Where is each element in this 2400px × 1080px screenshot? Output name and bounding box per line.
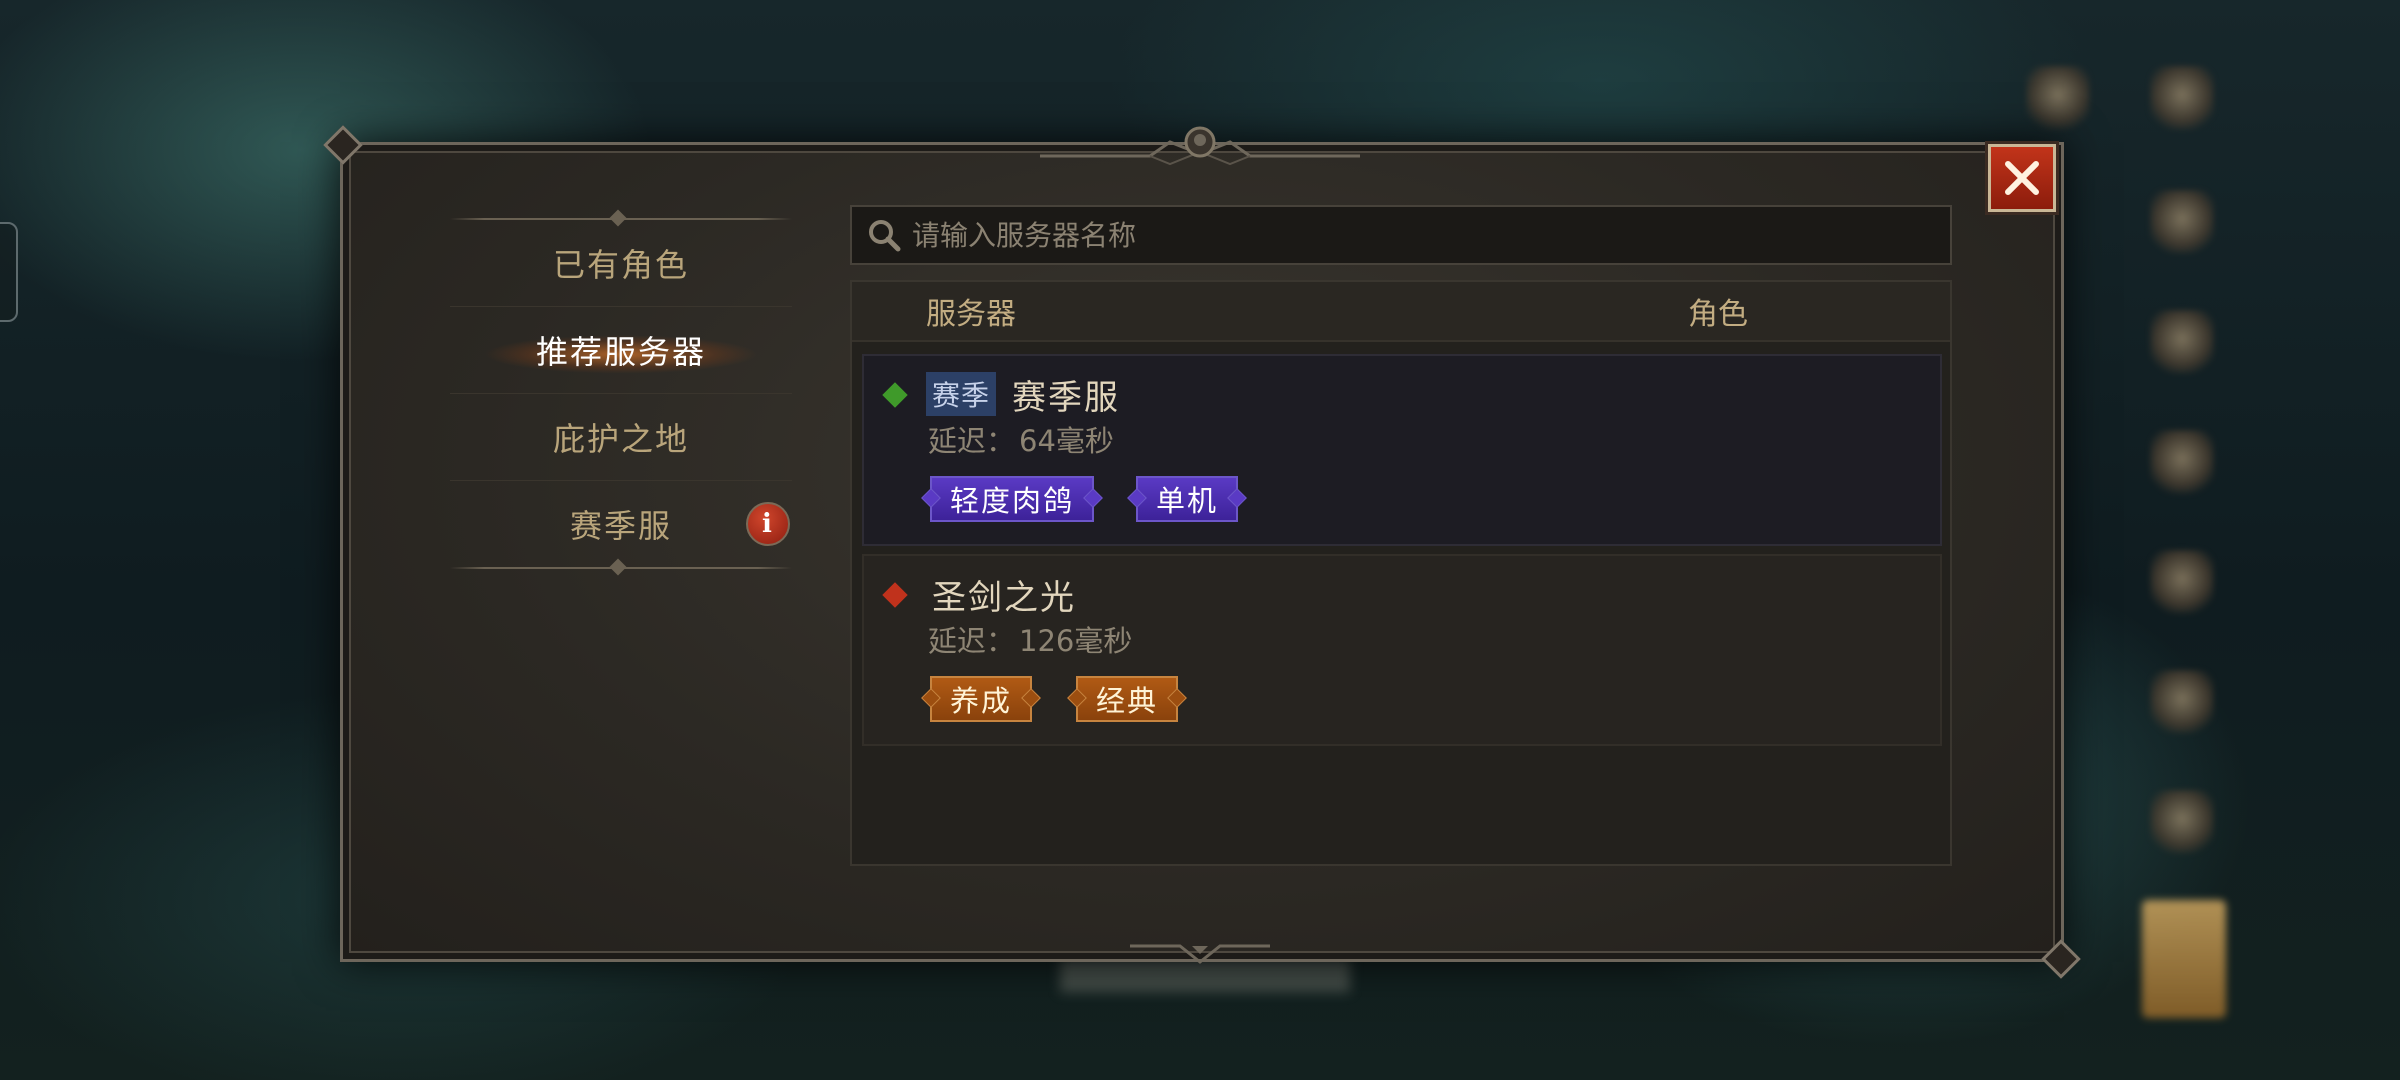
close-icon [2005, 161, 2039, 195]
server-list-header: 服务器 角色 [852, 282, 1950, 342]
nav-item-season-server[interactable]: 赛季服 i [450, 480, 792, 567]
server-search-input[interactable] [906, 217, 1950, 253]
side-menu-icon [2026, 66, 2090, 130]
server-tag: 经典 [1076, 676, 1179, 722]
latency-text: 延迟： 126毫秒 [928, 618, 1132, 660]
left-edge-handle[interactable] [0, 222, 18, 322]
nav-item-sanctuary[interactable]: 庇护之地 [450, 393, 792, 480]
latency-label: 延迟： [928, 424, 1016, 458]
side-menu-icon [2150, 190, 2214, 254]
close-button[interactable] [1988, 144, 2056, 212]
nav-item-label: 庇护之地 [552, 420, 689, 458]
server-tags: 养成 经典 [930, 676, 1179, 722]
side-menu-icon [2150, 66, 2214, 130]
nav-item-label: 推荐服务器 [535, 333, 706, 371]
server-name: 赛季服 [1012, 378, 1120, 418]
latency-value: 126毫秒 [1019, 624, 1133, 658]
server-search-bar [850, 205, 1952, 265]
side-menu-icon [2150, 670, 2214, 734]
server-category-nav: 已有角色 推荐服务器 庇护之地 赛季服 i [450, 209, 792, 576]
status-diamond-icon [882, 382, 908, 408]
latency-text: 延迟： 64毫秒 [928, 418, 1114, 460]
nav-item-existing-characters[interactable]: 已有角色 [450, 220, 792, 306]
side-card-image [2142, 900, 2226, 1018]
column-header-server: 服务器 [926, 297, 1016, 332]
server-name: 圣剑之光 [932, 578, 1076, 618]
column-header-role: 角色 [1688, 297, 1748, 332]
status-diamond-icon [882, 582, 908, 608]
server-list: 服务器 角色 赛季 赛季服 延迟： 64毫秒 轻度肉鸽 单机 圣剑之光 延迟： 12… [850, 280, 1952, 866]
search-icon [862, 213, 906, 257]
nav-item-recommended-servers[interactable]: 推荐服务器 [450, 306, 792, 393]
latency-label: 延迟： [928, 624, 1016, 658]
nav-item-label: 赛季服 [569, 507, 672, 545]
server-tags: 轻度肉鸽 单机 [930, 476, 1239, 522]
server-tag: 轻度肉鸽 [930, 476, 1095, 522]
bottom-ornament-icon [1130, 944, 1270, 964]
nav-item-label: 已有角色 [552, 246, 689, 284]
top-ornament-icon [1040, 126, 1360, 166]
server-tag: 单机 [1136, 476, 1239, 522]
side-menu-icon [2150, 790, 2214, 854]
server-tag: 养成 [930, 676, 1033, 722]
nav-divider [450, 558, 792, 576]
info-icon[interactable]: i [746, 502, 790, 546]
side-menu-icon [2150, 550, 2214, 614]
latency-value: 64毫秒 [1019, 424, 1114, 458]
side-menu-icon [2150, 310, 2214, 374]
season-badge: 赛季 [926, 372, 997, 416]
server-row[interactable]: 赛季 赛季服 延迟： 64毫秒 轻度肉鸽 单机 [862, 354, 1942, 546]
side-menu-icon [2150, 430, 2214, 494]
server-row[interactable]: 圣剑之光 延迟： 126毫秒 养成 经典 [862, 554, 1942, 746]
